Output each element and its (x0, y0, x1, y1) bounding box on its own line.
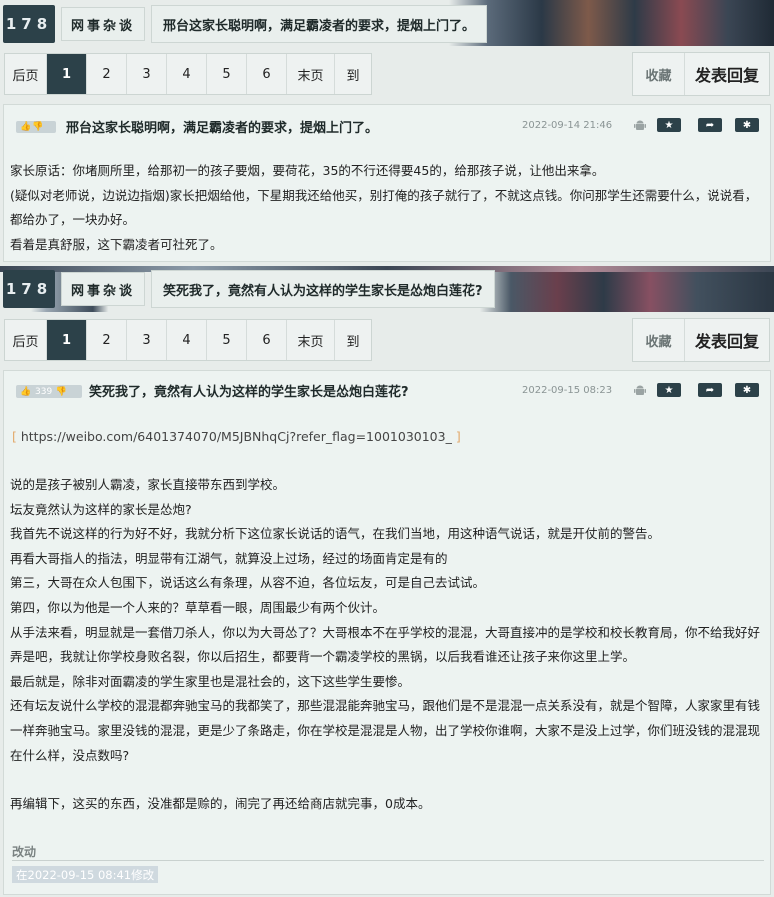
prev-page-button[interactable]: 后页 (5, 320, 47, 360)
page-3-button[interactable]: 3 (127, 320, 167, 360)
post-line: 我首先不说这样的行为好不好，我就分析下这位家长说话的语气，在我们当地，用这种语气… (10, 526, 661, 542)
star-icon[interactable]: ★ (657, 118, 681, 132)
breadcrumb: 178 网事杂谈 笑死我了，竟然有人认为这样的学生家长是怂炮白莲花? (3, 270, 495, 308)
page-3-button[interactable]: 3 (127, 54, 167, 94)
post-date: 2022-09-15 08:23 (522, 385, 613, 396)
favorite-button[interactable]: 收藏 (633, 319, 685, 361)
pagination: 后页 1 2 3 4 5 6 末页 到 (4, 53, 372, 95)
thumb-down-icon[interactable]: 👎 (55, 387, 67, 397)
favorite-button[interactable]: 收藏 (633, 53, 685, 95)
prev-page-button[interactable]: 后页 (5, 54, 47, 94)
android-icon (634, 120, 646, 130)
vote-count: 339 (35, 386, 53, 397)
post-line: 还有坛友说什么学校的混混都奔驰宝马的我都笑了，那些混混能奔驰宝马，跟他们是不是混… (10, 698, 761, 763)
page-5-button[interactable]: 5 (207, 54, 247, 94)
post-date: 2022-09-14 21:46 (522, 120, 613, 131)
goto-page-button[interactable]: 到 (335, 54, 371, 94)
post-line: 从手法来看，明显就是一套借刀杀人，你以为大哥怂了？大哥根本不在乎学校的混混，大哥… (10, 624, 761, 665)
post-line: 再编辑下，这买的东西，没准都是赊的，闹完了再还给商店就完事，0成本。 (10, 796, 431, 812)
post-line: 第三，大哥在众人包围下，说话这么有条理，从容不迫，各位坛友，可是自己去试试。 (10, 575, 486, 591)
reply-button[interactable]: 发表回复 (685, 319, 769, 361)
post-line: 最后就是，除非对面霸凌的学生家里也是混社会的，这下这些学生要惨。 (10, 673, 411, 689)
pagination: 后页 1 2 3 4 5 6 末页 到 (4, 319, 372, 361)
post-line: 看着是真舒服，这下霸凌者可社死了。 (10, 236, 223, 252)
thumb-up-icon[interactable]: 👍 (20, 387, 32, 397)
forum-number[interactable]: 178 (3, 270, 55, 308)
last-page-button[interactable]: 末页 (287, 320, 335, 360)
share-icon[interactable]: ➦ (698, 118, 722, 132)
page-1-button[interactable]: 1 (47, 54, 87, 94)
reply-button[interactable]: 发表回复 (685, 53, 769, 95)
post-line: 坛友竟然认为这样的家长是怂炮? (10, 501, 192, 517)
post-line: 第四，你以为他是一个人来的？草草看一眼，周围最少有两个伙计。 (10, 599, 386, 615)
page-1-button[interactable]: 1 (47, 320, 87, 360)
forum-number[interactable]: 178 (3, 5, 55, 43)
post-line: 家长原话：你堵厕所里，给那初一的孩子要烟，要荷花，35的不行还得要45的，给那孩… (10, 163, 605, 178)
post-line: 说的是孩子被别人霸凌，家长直接带东西到学校。 (10, 477, 286, 492)
thumb-down-icon[interactable]: 👎 (32, 122, 44, 132)
thread-actions: 收藏 发表回复 (632, 52, 770, 96)
thumb-up-icon[interactable]: 👍 (20, 122, 32, 132)
vote-widget[interactable]: 👍 339 👎 (16, 385, 82, 398)
android-icon (634, 385, 646, 395)
last-page-button[interactable]: 末页 (287, 54, 335, 94)
edit-note: 在2022-09-15 08:41修改 (12, 866, 159, 883)
post-line (10, 768, 760, 792)
page-5-button[interactable]: 5 (207, 320, 247, 360)
gear-icon[interactable]: ✱ (735, 383, 759, 397)
post-title: 邢台这家长聪明啊，满足霸凌者的要求，提烟上门了。 (66, 121, 379, 136)
star-icon[interactable]: ★ (657, 383, 681, 397)
forum-name[interactable]: 网事杂谈 (61, 7, 146, 41)
thread-title[interactable]: 笑死我了，竟然有人认为这样的学生家长是怂炮白莲花? (151, 270, 495, 308)
post: 👍 339 👎 笑死我了，竟然有人认为这样的学生家长是怂炮白莲花? 2022-0… (3, 370, 771, 895)
post-link-line: [ https://weibo.com/6401374070/M5JBNhqCj… (12, 429, 461, 444)
thread-title[interactable]: 邢台这家长聪明啊，满足霸凌者的要求，提烟上门了。 (151, 5, 488, 43)
breadcrumb: 178 网事杂谈 邢台这家长聪明啊，满足霸凌者的要求，提烟上门了。 (3, 5, 488, 43)
post-body: 家长原话：你堵厕所里，给那初一的孩子要烟，要荷花，35的不行还得要45的，给那孩… (10, 159, 758, 257)
gear-icon[interactable]: ✱ (735, 118, 759, 132)
post-line: (疑似对老师说，边说边指烟)家长把烟给他，下星期我还给他买，别打俺的孩子就行了，… (10, 187, 758, 228)
divider (12, 860, 764, 861)
edit-label: 改动 (12, 845, 37, 859)
post: 👍 👎 邢台这家长聪明啊，满足霸凌者的要求，提烟上门了。 2022-09-14 … (3, 104, 771, 262)
page-6-button[interactable]: 6 (247, 320, 287, 360)
page-2-button[interactable]: 2 (87, 54, 127, 94)
vote-widget[interactable]: 👍 👎 (16, 121, 56, 133)
post-title: 笑死我了，竟然有人认为这样的学生家长是怂炮白莲花? (89, 385, 409, 400)
forum-name[interactable]: 网事杂谈 (61, 272, 146, 306)
share-icon[interactable]: ➦ (698, 383, 722, 397)
page-2-button[interactable]: 2 (87, 320, 127, 360)
post-line: 再看大哥指人的指法，明显带有江湖气，就算没上过场，经过的场面肯定是有的 (10, 550, 448, 566)
goto-page-button[interactable]: 到 (335, 320, 371, 360)
post-body: 说的是孩子被别人霸凌，家长直接带东西到学校。 坛友竟然认为这样的家长是怂炮? 我… (10, 473, 760, 817)
thread-actions: 收藏 发表回复 (632, 318, 770, 362)
weibo-link[interactable]: https://weibo.com/6401374070/M5JBNhqCj?r… (21, 429, 452, 444)
page-4-button[interactable]: 4 (167, 54, 207, 94)
page-6-button[interactable]: 6 (247, 54, 287, 94)
page-4-button[interactable]: 4 (167, 320, 207, 360)
